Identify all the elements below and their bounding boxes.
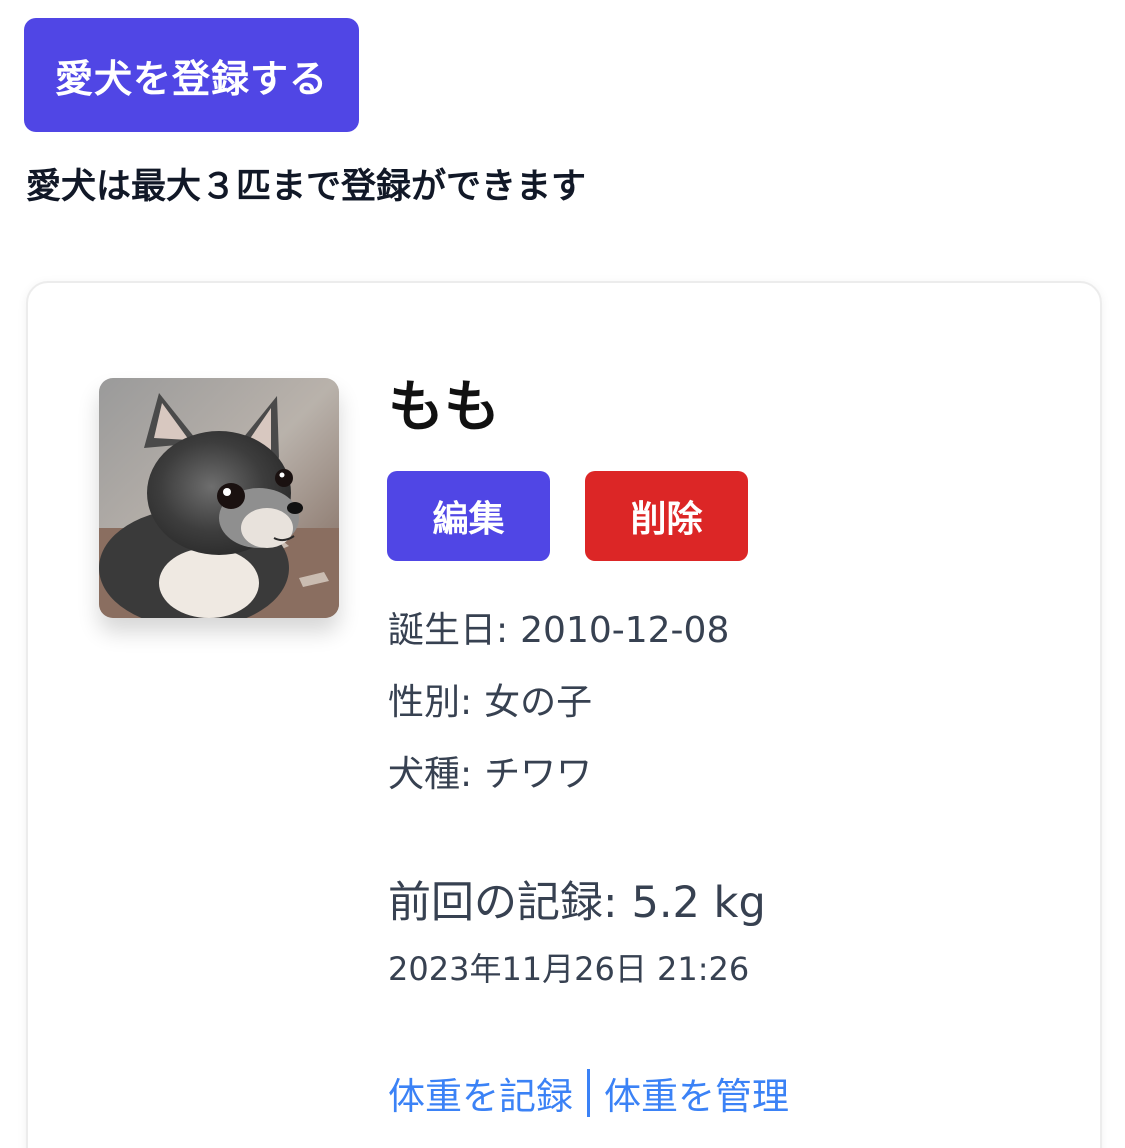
link-divider [587,1069,590,1117]
last-record-label: 前回の記録: [388,878,618,928]
dog-photo [99,378,339,618]
registration-limit-notice: 愛犬は最大３匹まで登録ができます [26,167,587,207]
birthday-label: 誕生日: [388,610,509,651]
manage-weight-link[interactable]: 体重を管理 [604,1066,789,1120]
register-dog-button[interactable]: 愛犬を登録する [24,18,359,132]
delete-button-label: 削除 [630,499,703,540]
page: 愛犬を登録する 愛犬は最大３匹まで登録ができます もも 編集 削除 誕生日: 2… [0,0,1125,1148]
birthday-value: 2010-12-08 [520,610,730,651]
last-record: 前回の記録: 5.2 kg [388,868,766,930]
dog-name: もも [388,375,500,440]
birthday-row: 誕生日: 2010-12-08 [388,601,729,653]
record-weight-link[interactable]: 体重を記録 [388,1066,573,1120]
weight-links: 体重を記録 体重を管理 [388,1066,789,1120]
last-record-value: 5.2 kg [631,878,766,928]
gender-value: 女の子 [484,682,593,723]
register-dog-button-label: 愛犬を登録する [54,56,328,101]
delete-button[interactable]: 削除 [585,471,748,561]
gender-row: 性別: 女の子 [388,673,592,725]
breed-value: チワワ [484,754,593,795]
gender-label: 性別: [388,682,473,723]
edit-button-label: 編集 [432,499,505,540]
last-record-timestamp: 2023年11月26日 21:26 [388,950,750,988]
breed-row: 犬種: チワワ [388,745,592,797]
edit-button[interactable]: 編集 [387,471,550,561]
breed-label: 犬種: [388,754,473,795]
